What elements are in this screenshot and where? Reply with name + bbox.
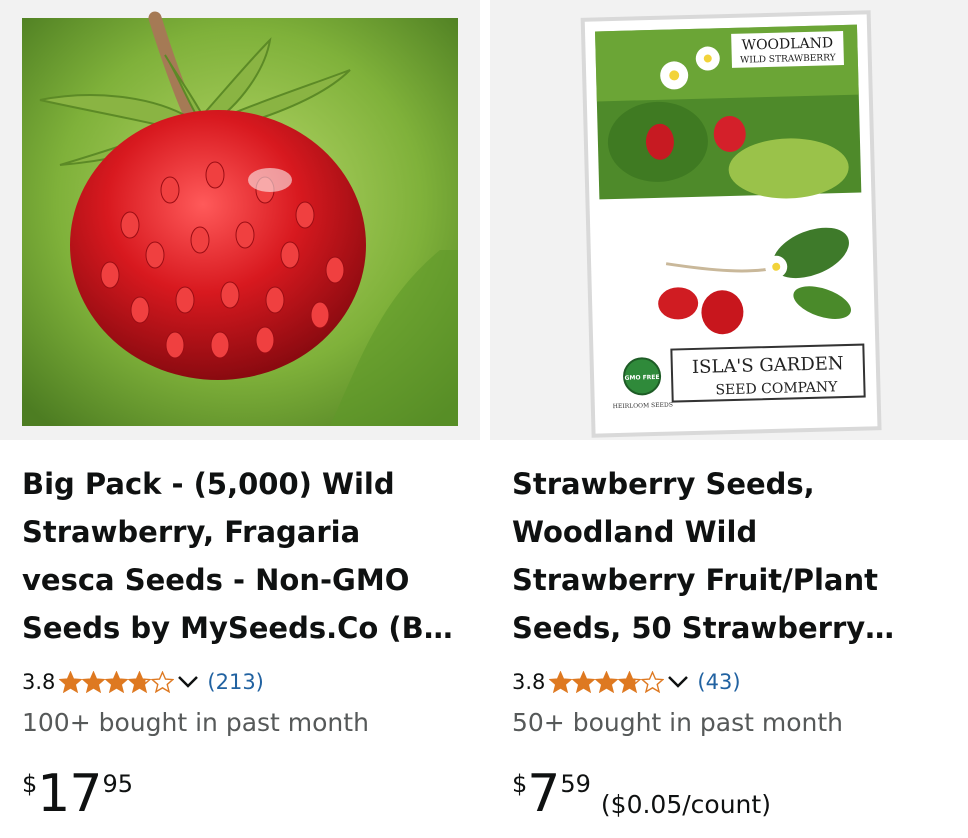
price-whole: 17: [37, 764, 102, 824]
star-rating[interactable]: [59, 671, 175, 693]
chevron-down-icon[interactable]: [667, 675, 689, 689]
price[interactable]: $ 7 59 ($0.05/count): [512, 762, 771, 826]
price-fraction: 59: [560, 770, 591, 798]
star-icon: [618, 671, 642, 693]
product-image[interactable]: [0, 0, 480, 440]
star-icon: [151, 671, 175, 693]
star-icon: [105, 671, 129, 693]
packet-label-1: WOODLAND: [742, 35, 834, 53]
rating-value: 3.8: [22, 670, 56, 694]
star-icon: [82, 671, 106, 693]
star-icon: [572, 671, 596, 693]
product-image[interactable]: WOODLAND WILD STRAWBERRY ISLA'S GARDEN S…: [490, 0, 968, 440]
price-fraction: 95: [102, 770, 133, 798]
product-title[interactable]: Strawberry Seeds, Woodland Wild Strawber…: [512, 460, 950, 652]
rating-value: 3.8: [512, 670, 546, 694]
price-currency: $: [512, 770, 528, 798]
bought-count: 100+ bought in past month: [22, 708, 369, 737]
rating-row: 3.8 (43): [512, 666, 741, 698]
bought-count: 50+ bought in past month: [512, 708, 844, 737]
packet-brand-1: ISLA'S GARDEN: [692, 353, 844, 378]
product-card[interactable]: Big Pack - (5,000) Wild Strawberry, Frag…: [0, 0, 480, 838]
star-icon: [641, 671, 665, 693]
packet-brand-2: SEED COMPANY: [715, 379, 838, 398]
review-count-link[interactable]: (43): [697, 670, 740, 694]
price-whole: 7: [527, 764, 560, 824]
star-icon: [59, 671, 83, 693]
chevron-down-icon[interactable]: [177, 675, 199, 689]
star-icon: [595, 671, 619, 693]
gmo-free-badge: GMO FREE: [625, 374, 660, 382]
review-count-link[interactable]: (213): [207, 670, 263, 694]
price-per-unit: ($0.05/count): [600, 790, 771, 819]
product-title[interactable]: Big Pack - (5,000) Wild Strawberry, Frag…: [22, 460, 462, 652]
star-icon: [128, 671, 152, 693]
star-icon: [549, 671, 573, 693]
rating-row: 3.8 (213): [22, 666, 264, 698]
product-card[interactable]: WOODLAND WILD STRAWBERRY ISLA'S GARDEN S…: [490, 0, 968, 838]
price[interactable]: $ 17 95: [22, 762, 133, 826]
price-currency: $: [22, 770, 38, 798]
star-rating[interactable]: [549, 671, 665, 693]
